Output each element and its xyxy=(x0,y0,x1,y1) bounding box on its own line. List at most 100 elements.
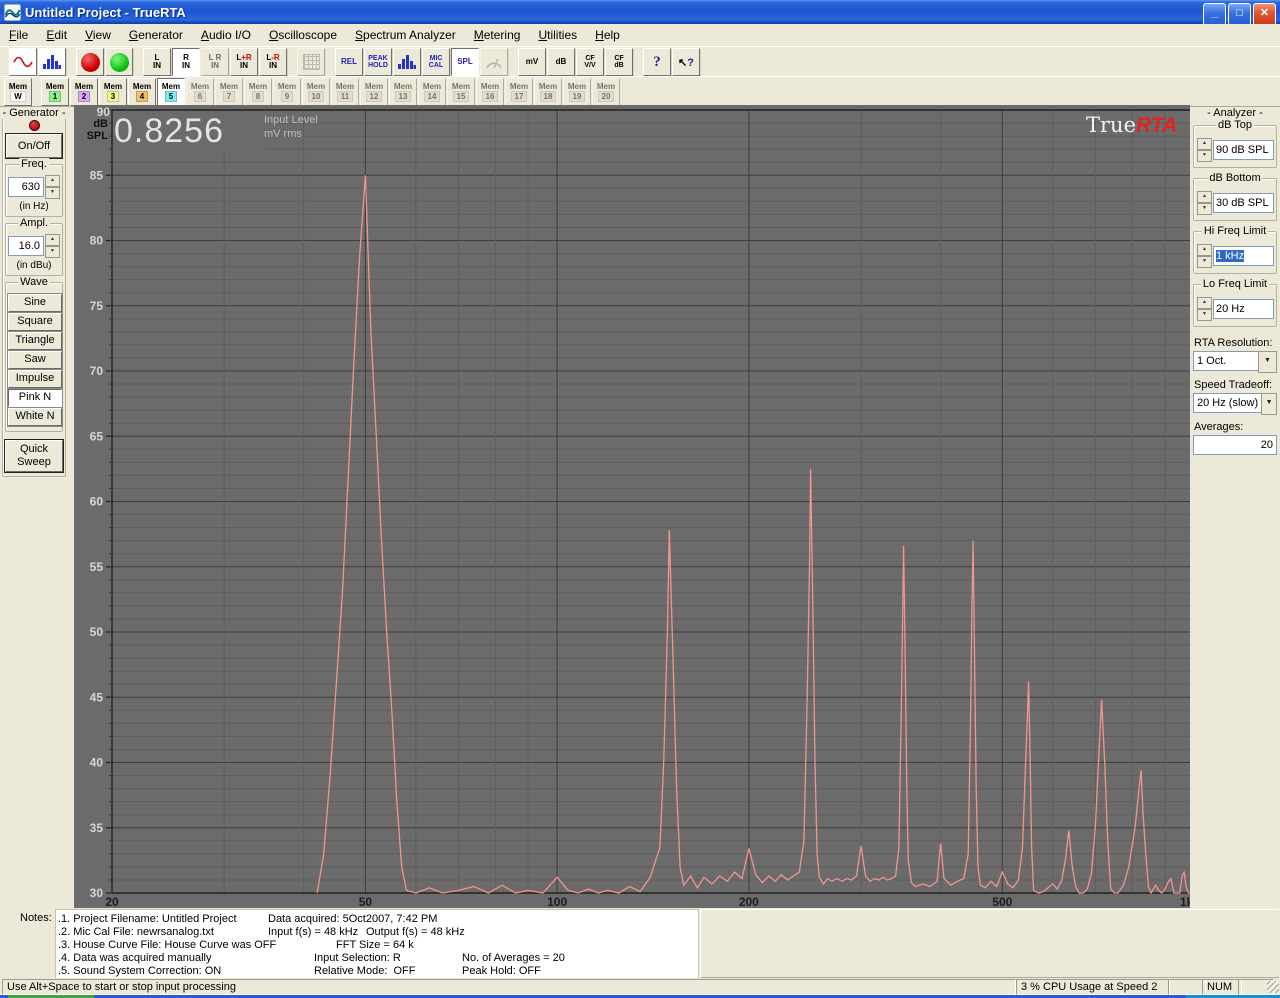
wave-legend: Wave xyxy=(18,276,50,288)
context-help-button[interactable]: ↖? xyxy=(672,48,700,76)
minimize-button[interactable]: _ xyxy=(1203,3,1226,26)
l-minus-r-input-button[interactable]: L-RIN xyxy=(259,48,287,76)
spl-mode-button[interactable]: SPL xyxy=(451,48,479,76)
notes-cell: Data acquired: 5Oct2007, 7:42 PM xyxy=(268,913,437,925)
grid-icon xyxy=(303,54,320,70)
go-icon xyxy=(110,53,129,72)
hi-freq-limit-input[interactable]: 1 kHz xyxy=(1213,246,1274,266)
menu-item-edit[interactable]: Edit xyxy=(37,26,76,44)
db-top-group: dB Top▲▼90 dB SPL xyxy=(1193,125,1277,168)
notes-side-panel xyxy=(700,909,1279,978)
quick-sweep-button[interactable]: Quick Sweep xyxy=(5,440,63,472)
notes-cell: .1. Project Filename: Untitled Project xyxy=(58,913,237,925)
go-button[interactable] xyxy=(105,48,133,76)
db-top-down-arrow[interactable]: ▼ xyxy=(1197,150,1212,162)
memory-button-3[interactable]: Mem3 xyxy=(99,78,127,106)
menu-item-utilities[interactable]: Utilities xyxy=(529,26,586,44)
generator-legend: - Generator - xyxy=(1,107,68,119)
ampl-unit-label: (in dBu) xyxy=(8,260,60,271)
memory-button-5[interactable]: Mem5 xyxy=(157,78,185,106)
speed-tradeoff-dropdown[interactable]: 20 Hz (slow) ▼ xyxy=(1193,393,1277,415)
relative-mode-button[interactable]: REL xyxy=(335,48,363,76)
speed-tradeoff-label: Speed Tradeoff: xyxy=(1194,379,1278,391)
wave-button-pink-n[interactable]: Pink N xyxy=(8,389,62,407)
lo-freq-limit-down-arrow[interactable]: ▼ xyxy=(1197,309,1212,321)
rta-resolution-dropdown[interactable]: 1 Oct. ▼ xyxy=(1193,351,1277,373)
ampl-up-arrow[interactable]: ▲ xyxy=(45,234,60,246)
notes-text-box[interactable]: .1. Project Filename: Untitled Project Da… xyxy=(55,909,699,981)
generator-onoff-button[interactable]: On/Off xyxy=(6,134,62,158)
crest-factor-vv-button[interactable]: CFV/V xyxy=(576,48,604,76)
lo-freq-limit-up-arrow[interactable]: ▲ xyxy=(1197,297,1212,309)
memory-button-4[interactable]: Mem4 xyxy=(128,78,156,106)
db-top-up-arrow[interactable]: ▲ xyxy=(1197,138,1212,150)
title-bar[interactable]: Untitled Project - TrueRTA _ □ ✕ xyxy=(0,0,1280,24)
wave-button-triangle[interactable]: Triangle xyxy=(8,332,62,350)
memory-button-6: Mem6 xyxy=(186,78,214,106)
wave-button-impulse[interactable]: Impulse xyxy=(8,370,62,388)
stereo-input-button: L RIN xyxy=(201,48,229,76)
ampl-input[interactable]: 16.0 xyxy=(8,236,44,256)
lo-freq-limit-input[interactable]: 20 Hz xyxy=(1213,299,1274,319)
menu-item-oscilloscope[interactable]: Oscilloscope xyxy=(260,26,346,44)
stop-button[interactable] xyxy=(76,48,104,76)
menu-item-generator[interactable]: Generator xyxy=(120,26,192,44)
wave-button-white-n[interactable]: White N xyxy=(8,408,62,426)
decibels-button[interactable]: dB xyxy=(547,48,575,76)
ampl-down-arrow[interactable]: ▼ xyxy=(45,246,60,258)
analyzer-legend: - Analyzer - xyxy=(1192,107,1278,119)
maximize-button[interactable]: □ xyxy=(1228,3,1251,26)
menu-item-view[interactable]: View xyxy=(76,26,120,44)
svg-text:20: 20 xyxy=(105,895,119,908)
memory-button-1[interactable]: Mem1 xyxy=(41,78,69,106)
peak-hold-button[interactable]: PEAKHOLD xyxy=(364,48,392,76)
memory-toolbar: MemWMem1Mem2Mem3Mem4Mem5Mem6Mem7Mem8Mem9… xyxy=(0,76,1280,107)
freq-down-arrow[interactable]: ▼ xyxy=(45,187,60,199)
generator-panel: - Generator - On/Off Freq. 630 ▲ ▼ (in H… xyxy=(2,107,66,477)
cpu-usage-indicator: 3 % CPU Usage at Speed 2 xyxy=(1016,979,1170,995)
db-bottom-up-arrow[interactable]: ▲ xyxy=(1197,191,1212,203)
averages-label: Averages: xyxy=(1194,421,1278,433)
memory-button-w[interactable]: MemW xyxy=(4,78,32,106)
millivolts-button[interactable]: mV xyxy=(518,48,546,76)
bar-display-button[interactable] xyxy=(393,48,421,76)
rta-resolution-arrow-icon[interactable]: ▼ xyxy=(1258,351,1277,373)
memory-button-20: Mem20 xyxy=(592,78,620,106)
menu-item-spectrum-analyzer[interactable]: Spectrum Analyzer xyxy=(346,26,465,44)
db-bottom-input[interactable]: 30 dB SPL xyxy=(1213,193,1274,213)
freq-input[interactable]: 630 xyxy=(8,177,44,197)
wave-button-square[interactable]: Square xyxy=(8,313,62,331)
menu-item-help[interactable]: Help xyxy=(586,26,629,44)
close-button[interactable]: ✕ xyxy=(1253,3,1276,26)
sine-generator-button[interactable] xyxy=(9,48,37,76)
mic-calibration-button[interactable]: MICCAL xyxy=(422,48,450,76)
spectrum-bars-icon xyxy=(398,55,416,69)
menu-bar: FileEditViewGeneratorAudio I/OOscillosco… xyxy=(0,24,1280,47)
memory-button-2[interactable]: Mem2 xyxy=(70,78,98,106)
help-button[interactable]: ? xyxy=(643,48,671,76)
crest-factor-db-button[interactable]: CFdB xyxy=(605,48,633,76)
l-plus-r-input-button[interactable]: L+RIN xyxy=(230,48,258,76)
spectrum-display-button[interactable] xyxy=(38,48,66,76)
hi-freq-limit-up-arrow[interactable]: ▲ xyxy=(1197,244,1212,256)
db-top-input[interactable]: 90 dB SPL xyxy=(1213,140,1274,160)
averages-input[interactable]: 20 xyxy=(1193,435,1277,455)
resize-grip[interactable] xyxy=(1267,981,1279,993)
toolbar: LINRINL RINL+RINL-RIN RELPEAKHOLD MICCALSP… xyxy=(0,46,1280,77)
db-bottom-down-arrow[interactable]: ▼ xyxy=(1197,203,1212,215)
menu-item-metering[interactable]: Metering xyxy=(465,26,530,44)
wave-group: Wave SineSquareTriangleSawImpulsePink NW… xyxy=(5,282,63,432)
svg-text:85: 85 xyxy=(90,168,104,182)
left-input-button[interactable]: LIN xyxy=(143,48,171,76)
menu-item-audio-i-o[interactable]: Audio I/O xyxy=(192,26,260,44)
wave-button-saw[interactable]: Saw xyxy=(8,351,62,369)
menu-item-file[interactable]: File xyxy=(0,26,37,44)
memory-button-17: Mem17 xyxy=(505,78,533,106)
hi-freq-limit-down-arrow[interactable]: ▼ xyxy=(1197,256,1212,268)
freq-up-arrow[interactable]: ▲ xyxy=(45,175,60,187)
freq-legend: Freq. xyxy=(19,158,49,170)
right-input-button[interactable]: RIN xyxy=(172,48,200,76)
speed-tradeoff-arrow-icon[interactable]: ▼ xyxy=(1261,393,1277,415)
wave-button-sine[interactable]: Sine xyxy=(8,294,62,312)
app-window: Untitled Project - TrueRTA _ □ ✕ FileEdi… xyxy=(0,0,1280,998)
